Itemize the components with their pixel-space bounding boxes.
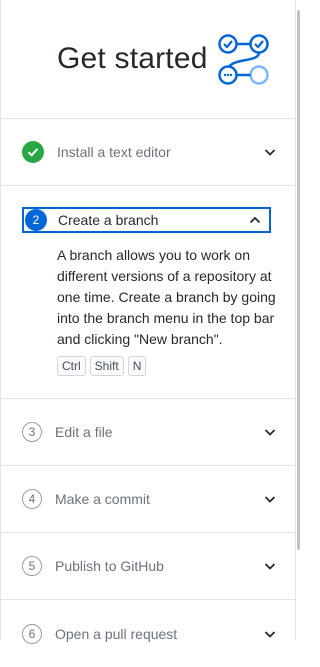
step-label: Edit a file	[55, 424, 113, 440]
chevron-up-icon[interactable]	[247, 212, 263, 228]
step-description: A branch allows you to work on different…	[57, 247, 276, 347]
scrollbar-thumb[interactable]	[297, 10, 300, 550]
keyboard-shortcut: Ctrl Shift N	[57, 356, 147, 376]
step-create-branch-header[interactable]: 2 Create a branch	[22, 207, 271, 233]
chevron-down-icon[interactable]	[262, 491, 278, 507]
branch-illustration-icon	[218, 34, 269, 85]
step-label: Make a commit	[55, 491, 150, 507]
step-number-badge: 3	[22, 422, 42, 442]
chevron-down-icon[interactable]	[262, 558, 278, 574]
step-make-commit[interactable]: 4 Make a commit	[0, 466, 296, 533]
check-icon	[22, 140, 44, 163]
chevron-down-icon[interactable]	[262, 424, 278, 440]
key-ctrl: Ctrl	[57, 356, 86, 376]
step-label: Install a text editor	[57, 143, 171, 160]
step-publish-github[interactable]: 5 Publish to GitHub	[0, 533, 296, 600]
chevron-down-icon[interactable]	[262, 144, 278, 160]
step-label: Create a branch	[58, 212, 159, 228]
step-number-badge: 2	[25, 209, 47, 231]
chevron-down-icon[interactable]	[262, 626, 278, 642]
step-number-badge: 4	[22, 489, 42, 509]
page-title: Get started	[57, 42, 208, 75]
step-label: Open a pull request	[55, 625, 178, 642]
step-number-badge: 5	[22, 556, 42, 576]
step-number-badge: 6	[22, 623, 42, 644]
step-label: Publish to GitHub	[55, 558, 164, 574]
step-install-text-editor[interactable]: Install a text editor	[0, 118, 296, 186]
key-shift: Shift	[89, 356, 124, 376]
panel-header: Get started	[0, 0, 296, 119]
step-open-pull-request[interactable]: 6 Open a pull request	[0, 600, 296, 667]
key-n: N	[127, 356, 147, 376]
step-edit-file[interactable]: 3 Edit a file	[0, 399, 296, 466]
